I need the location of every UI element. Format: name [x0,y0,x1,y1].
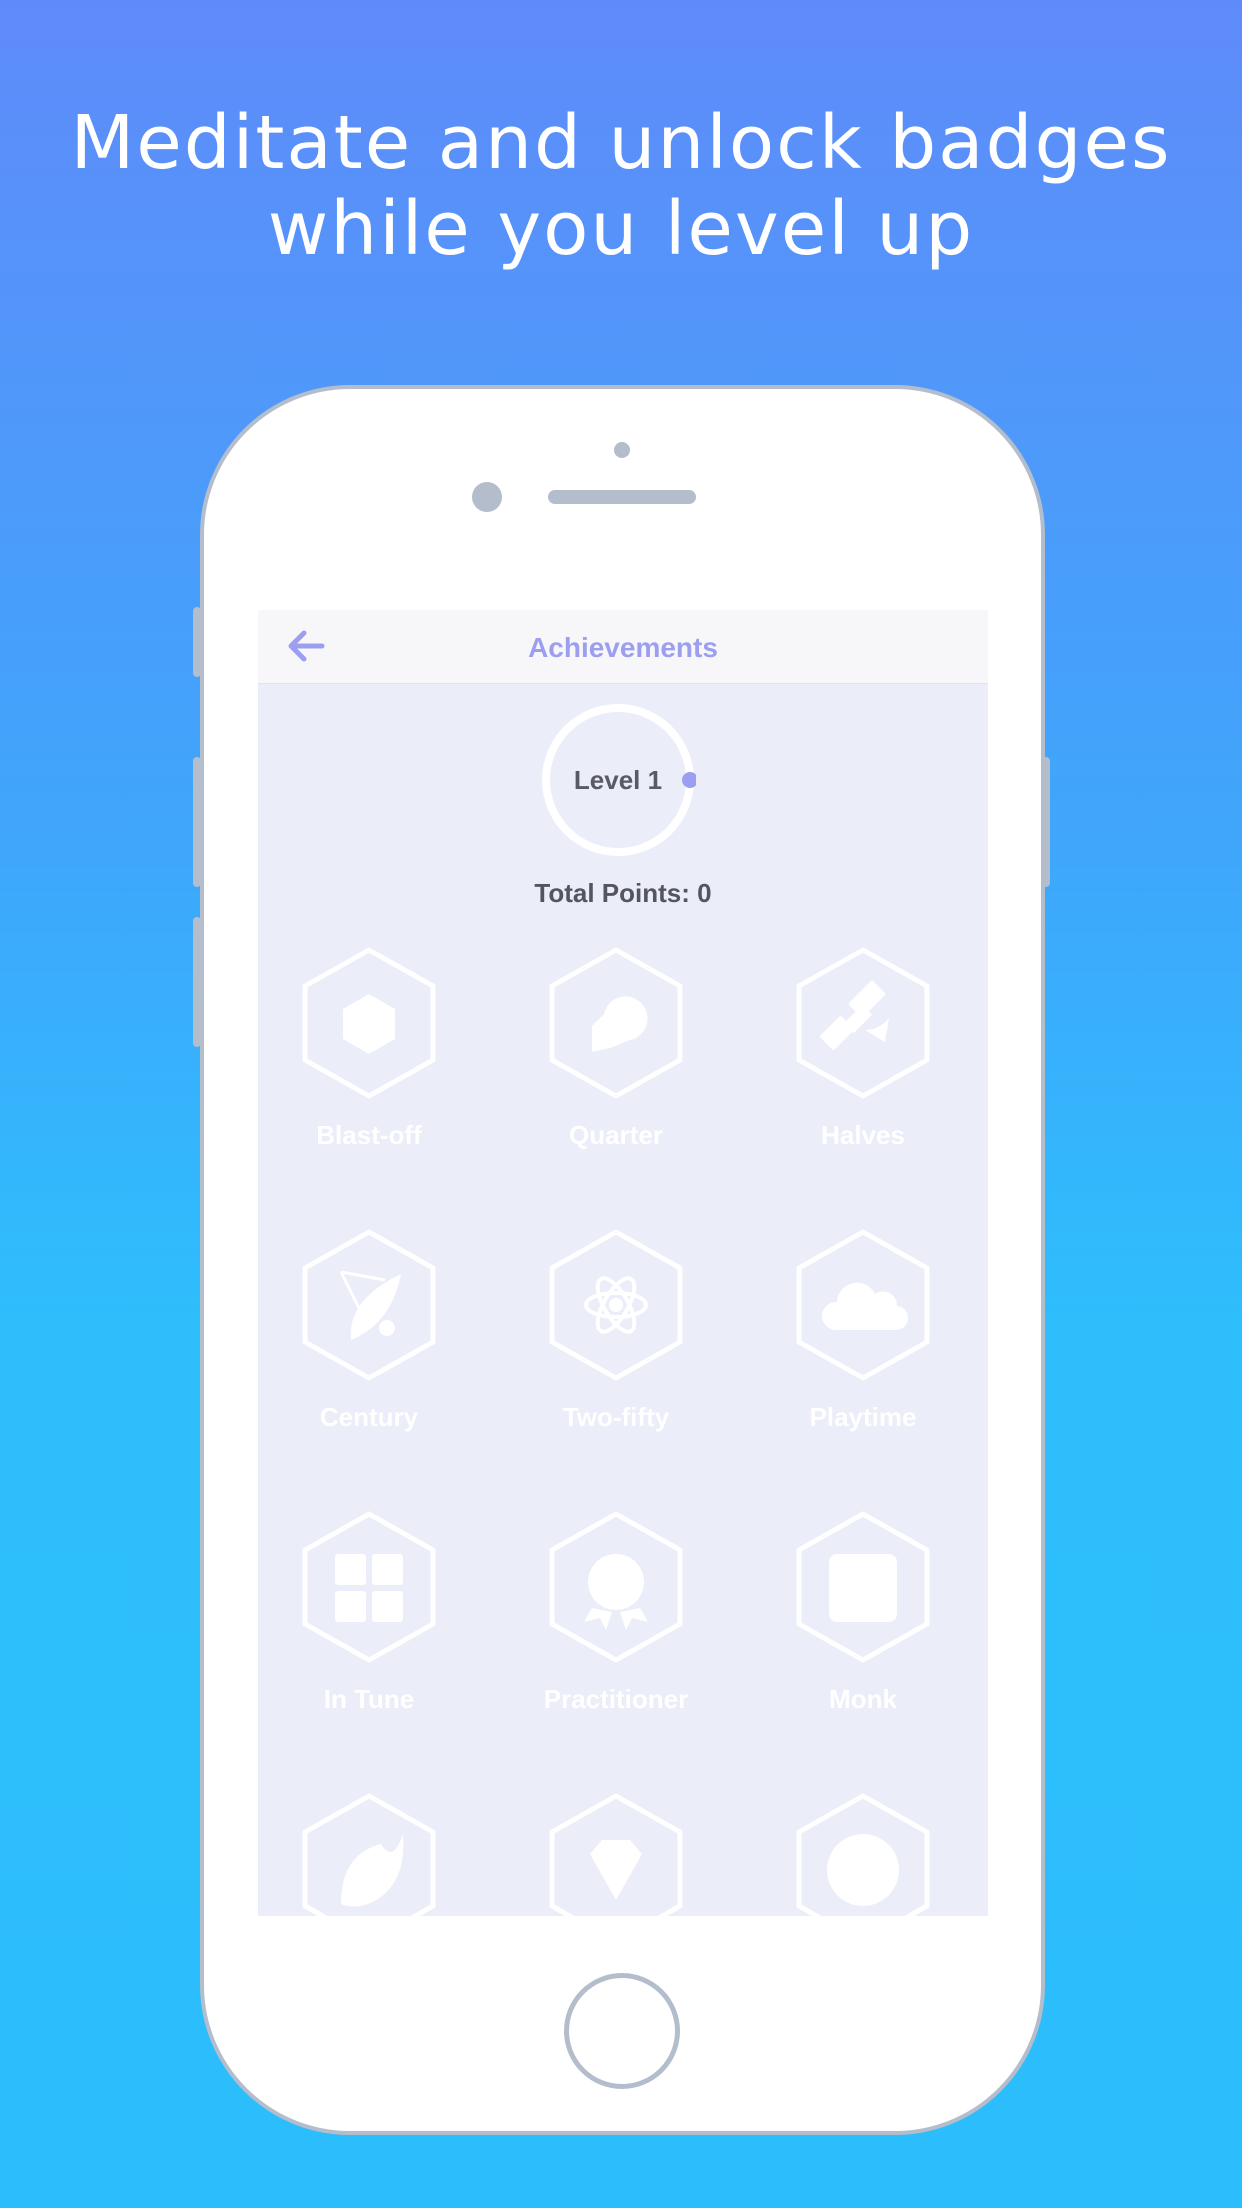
badge-item[interactable]: Playtime [753,1229,973,1470]
hexagon-icon [302,947,436,1099]
atom-icon [549,1229,683,1381]
badge-label: Practitioner [543,1684,689,1714]
badge-label: Two-fifty [562,1402,670,1432]
badge-item[interactable]: Century [259,1229,479,1470]
badge-item[interactable] [753,1793,973,1916]
home-button[interactable] [564,1973,680,2089]
circle-icon [796,1793,930,1916]
badge-label: Halves [821,1120,905,1150]
nav-bar: Achievements [258,610,988,684]
front-camera [472,482,502,512]
satellite-dish-icon [302,1229,436,1381]
badge-label: Century [319,1402,419,1432]
badge-item[interactable]: Blast-off [259,947,479,1188]
badge-item[interactable] [506,1793,726,1916]
satellite-icon [796,947,930,1099]
badge-label: In Tune [323,1684,415,1714]
badge-label: Playtime [809,1402,917,1432]
badge-label: Monk [829,1684,897,1714]
app-screen: Achievements Level 1 Total Points: 0 Bla… [258,610,988,1916]
grid-icon [302,1511,436,1663]
diamond-icon [549,1793,683,1916]
badge-label: Blast-off [316,1120,422,1150]
badge-item[interactable]: In Tune [259,1511,479,1752]
badge-item[interactable]: Monk [753,1511,973,1752]
square-icon [796,1511,930,1663]
headline: Meditate and unlock badges while you lev… [0,100,1242,272]
award-ribbon-icon [549,1511,683,1663]
cloud-icon [796,1229,930,1381]
page-title: Achievements [528,632,718,663]
leaf-icon [302,1793,436,1916]
headline-line-1: Meditate and unlock badges [70,100,1172,186]
badge-item[interactable]: Halves [753,947,973,1188]
badge-item[interactable]: Practitioner [506,1511,726,1752]
badge-label: Quarter [569,1120,663,1150]
total-points: Total Points: 0 [534,878,712,908]
level-label: Level 1 [573,765,663,795]
bubble-icon [549,947,683,1099]
headline-line-2: while you level up [267,186,975,272]
badge-item[interactable]: Two-fifty [506,1229,726,1470]
badge-item[interactable] [259,1793,479,1916]
proximity-sensor [614,442,630,458]
earpiece-speaker [548,490,696,504]
badge-item[interactable]: Quarter [506,947,726,1188]
